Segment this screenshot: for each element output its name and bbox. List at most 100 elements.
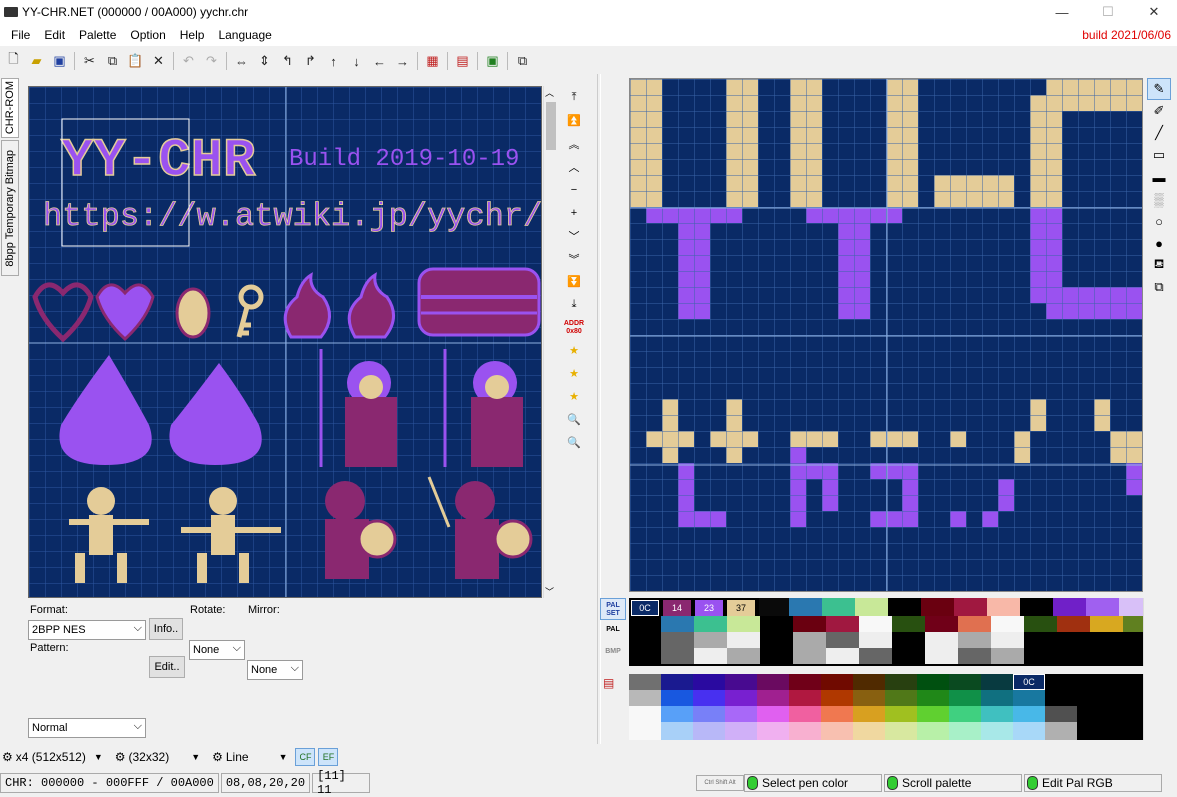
- palette-sets[interactable]: 0C 14 23 37: [629, 598, 1143, 666]
- chr-scrollbar-thumb[interactable]: [546, 102, 556, 150]
- cut-icon[interactable]: ✂: [78, 50, 101, 72]
- palette-edit-icon[interactable]: ▤: [451, 50, 474, 72]
- menu-edit[interactable]: Edit: [37, 28, 72, 42]
- bookmark-prev-icon[interactable]: ★: [563, 362, 585, 385]
- flip-vertical-icon[interactable]: ⇕: [253, 50, 276, 72]
- nes-palette-row3[interactable]: [629, 706, 1077, 722]
- zoom-option[interactable]: ⚙ x4 (512x512) ▼: [2, 750, 103, 764]
- tile-editor[interactable]: [629, 78, 1143, 592]
- palette-swatches-row1[interactable]: [759, 598, 1143, 616]
- nav-plus-icon[interactable]: +: [563, 201, 585, 224]
- palette-swatches-row3[interactable]: [661, 632, 1024, 648]
- bookmark-icon[interactable]: ★: [563, 339, 585, 362]
- minimize-button[interactable]: —: [1039, 0, 1085, 24]
- rotate-left-icon[interactable]: ↰: [276, 50, 299, 72]
- pattern-edit-button[interactable]: Edit..: [149, 656, 185, 678]
- palette-color-0[interactable]: 0C: [631, 600, 659, 616]
- open-icon[interactable]: ▰: [25, 50, 48, 72]
- nes-palette-selected[interactable]: 0C: [1013, 674, 1045, 690]
- scroll-down-icon[interactable]: ﹀: [545, 585, 554, 598]
- rotate-right-icon[interactable]: ↱: [299, 50, 322, 72]
- grid-option[interactable]: ⚙ (32x32) ▼: [115, 750, 200, 764]
- ef-toggle[interactable]: EF: [318, 748, 339, 766]
- copy-icon[interactable]: ⧉: [101, 50, 124, 72]
- rectangle-icon[interactable]: ▭: [1147, 144, 1171, 166]
- palette-scrollbar[interactable]: [1143, 598, 1157, 666]
- replace-color-icon[interactable]: ⧉: [1147, 276, 1171, 298]
- chr-view[interactable]: YY-CHR Build 2019-10-19 https://w.atwiki…: [28, 86, 542, 598]
- menu-file[interactable]: File: [4, 28, 37, 42]
- line-option[interactable]: ⚙ Line ▼: [212, 750, 287, 764]
- format-select[interactable]: 2BPP NES: [28, 620, 146, 640]
- save-icon[interactable]: ▣: [48, 50, 71, 72]
- cf-toggle[interactable]: CF: [295, 748, 316, 766]
- paste-icon[interactable]: 📋: [124, 50, 147, 72]
- shift-up-icon[interactable]: ↑: [322, 50, 345, 72]
- nes-palette-icon[interactable]: ▤: [603, 676, 614, 690]
- menu-option[interactable]: Option: [123, 28, 172, 42]
- palette-color-3[interactable]: 37: [727, 600, 755, 616]
- nav-page-down-icon[interactable]: ︾: [563, 247, 585, 270]
- tab-pal[interactable]: PAL: [600, 620, 626, 642]
- nav-bottom-icon[interactable]: ⤓: [563, 293, 585, 316]
- shift-left-icon[interactable]: ←: [368, 50, 391, 72]
- open-window-icon[interactable]: ⧉: [511, 50, 534, 72]
- menu-palette[interactable]: Palette: [72, 28, 123, 42]
- circle-icon[interactable]: ○: [1147, 210, 1171, 232]
- pen-alt-icon[interactable]: ✐: [1147, 100, 1171, 122]
- mirror-select[interactable]: None: [247, 660, 303, 680]
- nes-palette-row4[interactable]: [629, 722, 1077, 740]
- filled-rectangle-icon[interactable]: ▬: [1147, 166, 1171, 188]
- nes-palette[interactable]: 0C: [629, 674, 1143, 740]
- menu-bar: File Edit Palette Option Help Language b…: [0, 24, 1177, 46]
- nav-page-up-icon[interactable]: ︽: [563, 132, 585, 155]
- tab-pal-set[interactable]: PAL SET: [600, 598, 626, 620]
- editor-canvas[interactable]: [630, 79, 1143, 592]
- shift-right-icon[interactable]: →: [391, 50, 414, 72]
- menu-help[interactable]: Help: [173, 28, 212, 42]
- pattern-select[interactable]: Normal: [28, 718, 146, 738]
- nav-page-up-fast-icon[interactable]: ⏫: [563, 109, 585, 132]
- undo-icon[interactable]: ↶: [177, 50, 200, 72]
- hint-scroll-palette: Scroll palette: [884, 774, 1022, 792]
- fill-bucket-icon[interactable]: ⛾: [1147, 254, 1171, 276]
- info-button[interactable]: Info..: [149, 618, 183, 640]
- nav-minus-icon[interactable]: −: [563, 178, 585, 201]
- dither-icon[interactable]: ▒: [1147, 188, 1171, 210]
- filled-circle-icon[interactable]: ●: [1147, 232, 1171, 254]
- bookmark-next-icon[interactable]: ★: [563, 385, 585, 408]
- nav-page-down-fast-icon[interactable]: ⏬: [563, 270, 585, 293]
- nes-palette-row1[interactable]: 0C: [629, 674, 1045, 690]
- tab-8bpp-bitmap[interactable]: 8bpp Temporary Bitmap: [1, 140, 19, 276]
- scroll-up-icon[interactable]: ︿: [545, 86, 554, 99]
- zoom-out-icon[interactable]: 🔍: [563, 431, 585, 454]
- nav-top-icon[interactable]: ⤒: [563, 86, 585, 109]
- tab-chr-rom[interactable]: CHR-ROM: [1, 78, 19, 138]
- chr-canvas[interactable]: YY-CHR Build 2019-10-19 https://w.atwiki…: [29, 87, 542, 598]
- chr-scrollbar[interactable]: ︿ ﹀: [543, 86, 557, 598]
- maximize-button[interactable]: ☐: [1085, 0, 1131, 24]
- shift-down-icon[interactable]: ↓: [345, 50, 368, 72]
- palette-replace-icon[interactable]: ▦: [421, 50, 444, 72]
- new-icon[interactable]: 🗋: [2, 50, 25, 72]
- palette-color-2[interactable]: 23: [695, 600, 723, 616]
- zoom-in-icon[interactable]: 🔍: [563, 408, 585, 431]
- nav-up-icon[interactable]: ︿: [563, 155, 585, 178]
- rotate-select[interactable]: None: [189, 640, 245, 660]
- nav-addr-icon[interactable]: ADDR 0x80: [563, 316, 585, 339]
- redo-icon[interactable]: ↷: [200, 50, 223, 72]
- delete-icon[interactable]: ✕: [147, 50, 170, 72]
- line-icon[interactable]: ╱: [1147, 122, 1171, 144]
- nes-palette-row2[interactable]: [629, 690, 1045, 706]
- pen-icon[interactable]: ✎: [1147, 78, 1171, 100]
- tab-bmp[interactable]: BMP: [600, 642, 626, 664]
- palette-swatches-row4[interactable]: [661, 648, 1024, 664]
- save-palette-icon[interactable]: ▣: [481, 50, 504, 72]
- close-button[interactable]: ✕: [1131, 0, 1177, 24]
- nes-palette-scrollbar[interactable]: [1143, 674, 1157, 740]
- flip-horizontal-icon[interactable]: ⇔: [230, 50, 253, 72]
- menu-language[interactable]: Language: [211, 28, 278, 42]
- nav-down-icon[interactable]: ﹀: [563, 224, 585, 247]
- palette-color-1[interactable]: 14: [663, 600, 691, 616]
- palette-swatches-row2[interactable]: [661, 616, 1143, 632]
